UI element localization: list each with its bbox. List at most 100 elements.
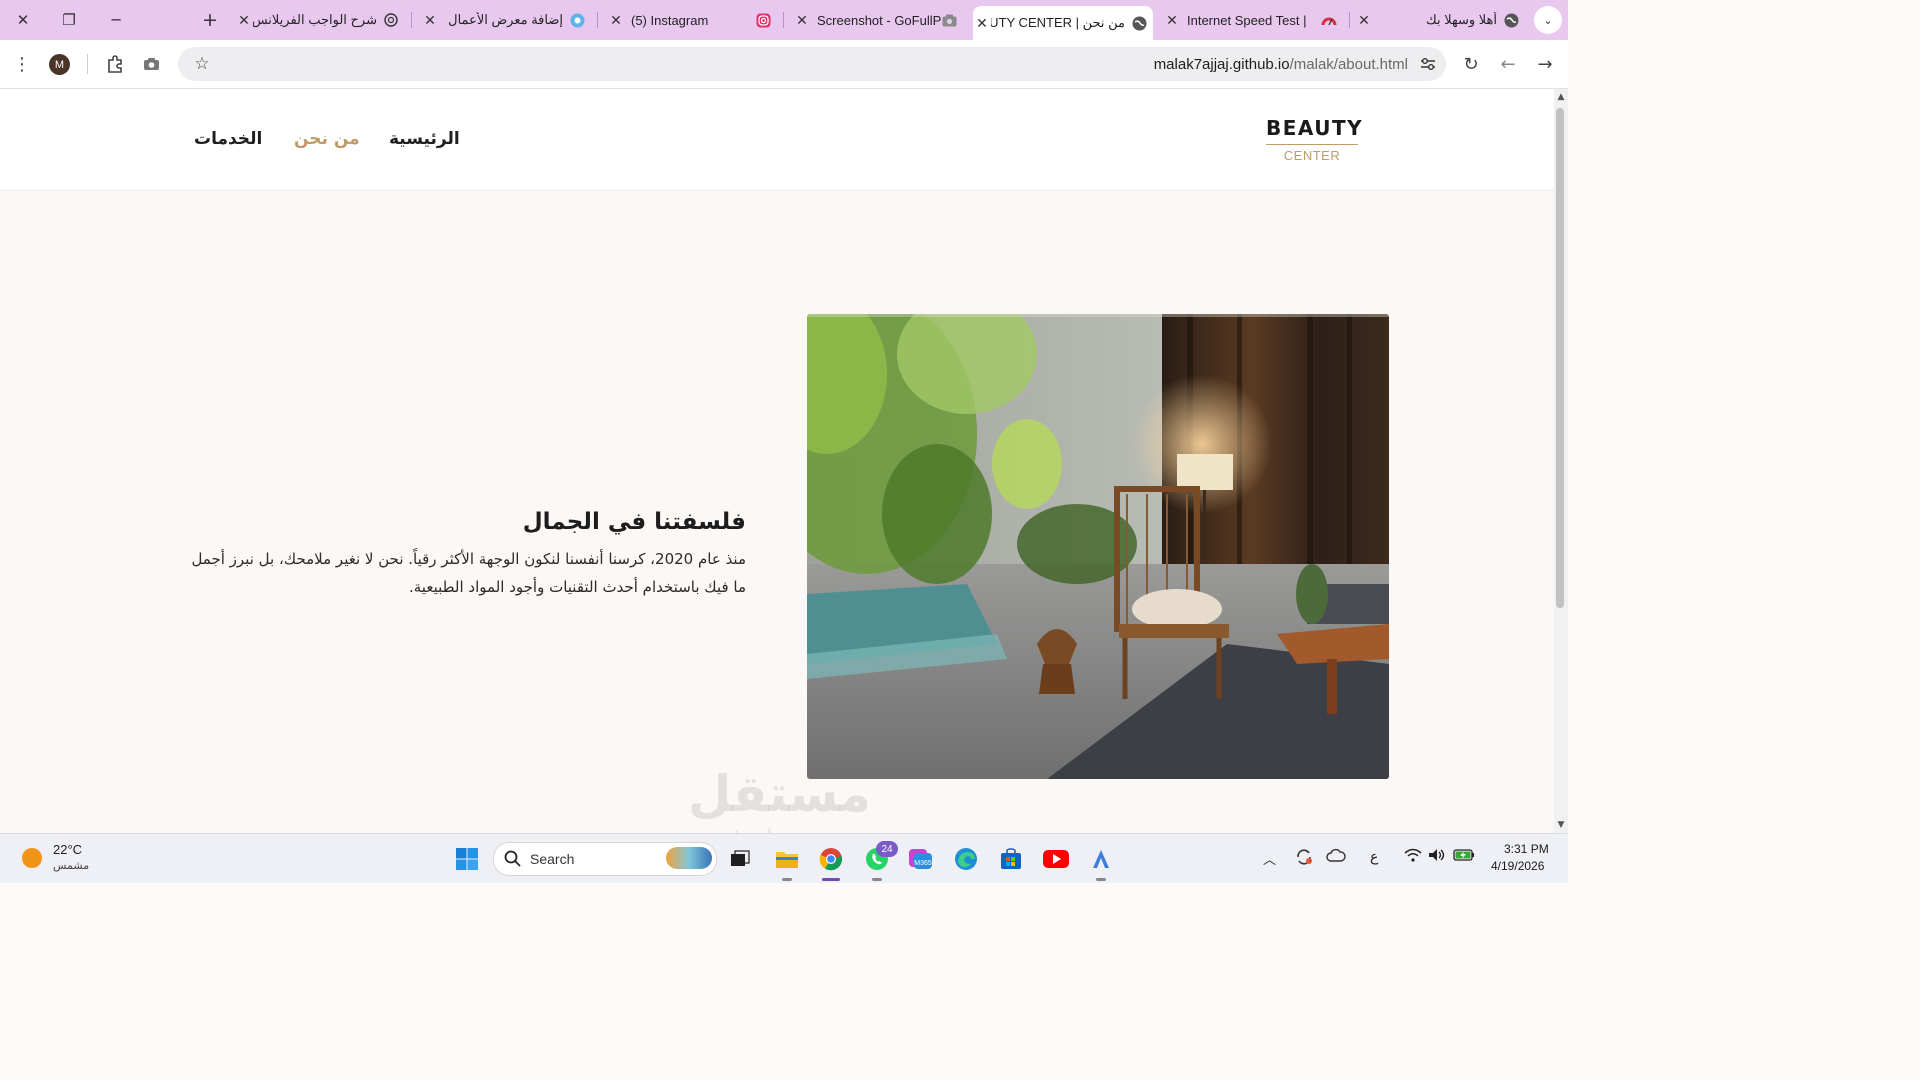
tab-close-icon[interactable]: ✕ [793,12,811,29]
running-indicator [872,878,882,881]
chrome-icon[interactable] [818,846,844,872]
screenshot-camera-icon[interactable] [139,52,163,76]
weather-desc: مشمس [53,859,90,872]
mostaql-watermark: مستقل [688,765,871,823]
tab-close-icon[interactable]: ✕ [607,12,625,29]
active-indicator [822,878,840,881]
site-header: الخدمات من نحن الرئيسية BEAUTY CENTER [0,89,1554,191]
restore-window-button[interactable]: ❐ [55,6,83,34]
whatsapp-badge: 24 [876,841,898,857]
mostaql-icon [569,12,585,28]
youtube-icon[interactable] [1043,846,1069,872]
tab-search-chevron-icon[interactable]: ⌄ [1534,6,1562,34]
chatgpt-icon [383,12,399,28]
url-text: malak7ajjaj.github.io/malak/about.html [1154,56,1408,73]
tab-separator [411,12,412,28]
tab-strip: ✕ ❐ ─ + ✕ شرح الواجب الفريلانس ✕ إضافة م… [0,0,1568,40]
clock-date[interactable]: 4/19/2026 [1491,859,1544,873]
avatar[interactable]: M [49,54,70,75]
url-host: malak7ajjaj.github.io [1153,56,1290,73]
language-indicator[interactable]: ع [1370,849,1378,865]
browser-toolbar: ⋮ M ☆ malak7ajjaj.github.io/malak/about.… [0,40,1568,89]
taskbar-search[interactable]: Search [493,842,717,876]
sun-weather-icon[interactable] [22,848,42,868]
tab-close-icon[interactable]: ✕ [973,15,991,32]
task-view-icon[interactable] [727,846,753,872]
onedrive-cloud-icon[interactable] [1326,848,1346,866]
new-tab-button[interactable]: + [196,6,224,34]
tab-beauty-center[interactable]: ✕ من نحن | BEAUTY CENTER [973,6,1153,40]
tab-title: Screenshot - GoFullPage [817,12,941,28]
battery-charging-icon[interactable] [1453,849,1475,865]
instagram-icon [755,12,771,28]
tab-title: (5) Instagram [631,12,709,28]
edge-icon[interactable] [953,846,979,872]
tab-separator [783,12,784,28]
microsoft365-icon[interactable]: M365 [908,846,934,872]
file-explorer-icon[interactable] [774,846,800,872]
spa-interior-photo [807,314,1389,779]
sync-icon[interactable] [1294,847,1314,871]
globe-icon [1131,15,1147,31]
tab-title: شرح الواجب الفريلانس [253,12,377,27]
tab-separator [597,12,598,28]
search-highlight-image [666,847,712,869]
volume-icon[interactable] [1428,848,1446,866]
nav-link-about[interactable]: من نحن [294,129,360,149]
running-indicator [782,878,792,881]
tab-separator [1349,12,1350,28]
address-bar[interactable]: ☆ malak7ajjaj.github.io/malak/about.html [178,47,1446,81]
running-indicator [1096,878,1106,881]
reload-icon[interactable]: ↻ [1459,52,1483,76]
tab-close-icon[interactable]: ✕ [235,12,253,29]
web-page: الخدمات من نحن الرئيسية BEAUTY CENTER فل… [0,89,1554,833]
tab-chatgpt[interactable]: ✕ شرح الواجب الفريلانس [235,4,405,36]
section-paragraph: منذ عام 2020، كرسنا أنفسنا لنكون الوجهة … [191,550,746,596]
site-settings-tune-icon[interactable] [1416,52,1440,76]
nav-link-services[interactable]: الخدمات [194,129,262,149]
section-title: فلسفتنا في الجمال [522,509,746,535]
toolbar-divider [87,54,88,74]
tab-mostaql[interactable]: ✕ إضافة معرض الأعمال [421,4,591,36]
minimize-window-button[interactable]: ─ [102,6,130,34]
tab-close-icon[interactable]: ✕ [1163,12,1181,29]
mostaql-watermark-url: mostaql.com [688,825,824,833]
kebab-menu-icon[interactable]: ⋮ [10,52,34,76]
wifi-icon[interactable] [1404,848,1422,866]
back-arrow-icon[interactable]: ← [1496,52,1520,76]
extensions-puzzle-icon[interactable] [103,52,127,76]
tab-close-icon[interactable]: ✕ [421,12,439,29]
svg-text:M365: M365 [914,860,932,867]
tab-speed-test[interactable]: ✕ Internet Speed Test | [1163,4,1343,36]
clock-time[interactable]: 3:31 PM [1504,842,1549,856]
globe-icon [1503,12,1519,28]
bookmark-star-icon[interactable]: ☆ [190,52,214,76]
show-hidden-icons-chevron-icon[interactable]: ︿ [1263,849,1276,868]
scroll-down-arrow-icon[interactable]: ▼ [1555,820,1567,830]
logo-sub-text: CENTER [1283,148,1341,163]
windows-start-icon[interactable] [454,846,480,872]
scroll-up-arrow-icon[interactable]: ▲ [1555,92,1567,102]
forward-arrow-icon[interactable]: → [1533,52,1557,76]
close-window-button[interactable]: ✕ [9,6,37,34]
tab-title: من نحن | BEAUTY CENTER [991,15,1125,30]
tab-gofullpage[interactable]: ✕ Screenshot - GoFullPage [793,4,963,36]
tab-title: أهلا وسهلا بك [1426,12,1497,27]
weather-temp: 22°C [53,842,83,857]
windows-taskbar: 22°C مشمس Search 24 M365 ︿ ع 3:31 PM 4/1… [0,833,1568,883]
nav-link-home[interactable]: الرئيسية [389,129,460,149]
tab-title: إضافة معرض الأعمال [448,12,563,27]
url-path: /malak/about.html [1289,56,1408,73]
tab-welcome[interactable]: ✕ أهلا وسهلا بك [1355,4,1525,36]
camera-icon [941,12,957,28]
speedometer-icon [1321,12,1337,28]
site-logo[interactable]: BEAUTY CENTER [1266,116,1362,163]
search-icon [504,850,521,871]
app-a-icon[interactable] [1088,846,1114,872]
logo-main-text: BEAUTY [1266,116,1362,145]
scrollbar-thumb[interactable] [1556,108,1564,608]
microsoft-store-icon[interactable] [998,846,1024,872]
search-label: Search [530,851,575,867]
tab-close-icon[interactable]: ✕ [1355,12,1373,29]
tab-instagram[interactable]: ✕ (5) Instagram [607,4,777,36]
